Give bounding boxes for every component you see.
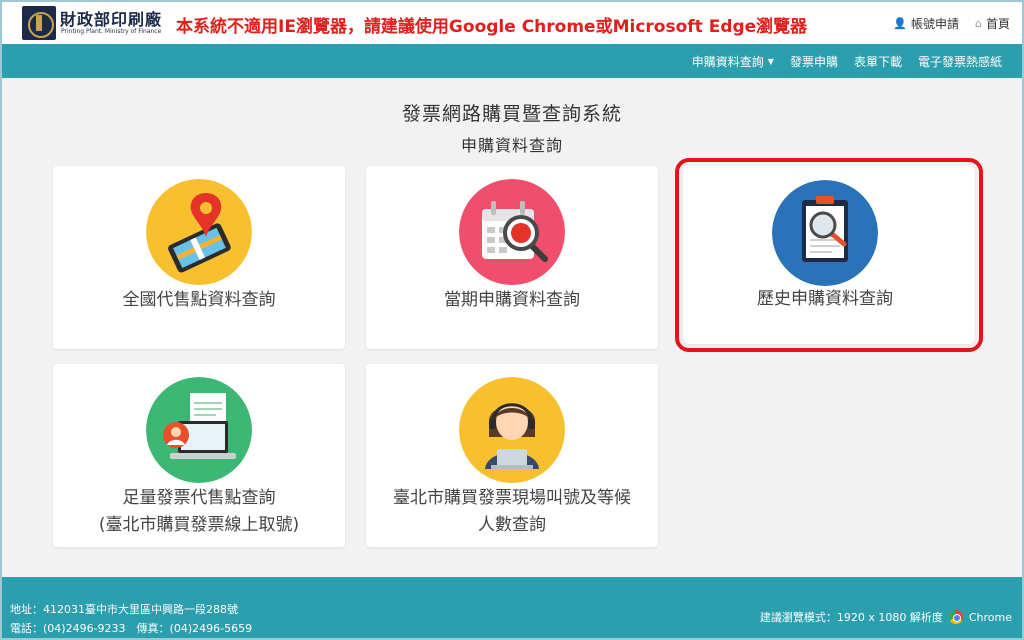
laptop-user-icon: [146, 377, 252, 483]
card-label: 全國代售點資料查詢: [122, 290, 276, 310]
card-label-line2: 人數查詢: [478, 515, 546, 535]
nav-item-label: 申購資料查詢: [691, 55, 764, 69]
card-current-purchase[interactable]: 當期申購資料查詢: [366, 166, 658, 349]
logo-text[interactable]: 財政部印刷廠: [60, 6, 162, 30]
nav-item-label: 發票申購: [789, 55, 838, 69]
card-label: 當期申購資料查詢: [444, 290, 580, 310]
home-label: 首頁: [985, 17, 1010, 31]
main-nav: 申購資料查詢 ▼ 發票申購 表單下載 電子發票熱感紙: [2, 44, 1022, 78]
footer-resolution: 建議瀏覽模式：1920 x 1080 解析度: [759, 611, 943, 624]
logo-emblem-icon[interactable]: [22, 6, 56, 40]
footer: 地址：412031臺中市大里區中興路一段288號 電話：(04)2496-923…: [2, 577, 1022, 638]
clipboard-search-icon: [772, 180, 878, 286]
nav-item-label: 表單下載: [853, 55, 902, 69]
card-taipei-queue[interactable]: 臺北市購買發票現場叫號及等候 人數查詢: [366, 364, 658, 547]
chrome-icon: [948, 610, 963, 624]
card-history-purchase[interactable]: 歷史申購資料查詢: [675, 158, 983, 352]
home-link[interactable]: ⌂ 首頁: [975, 15, 1010, 32]
footer-phone: 電話：(04)2496-9233 傳真：(04)2496-5659: [10, 622, 253, 635]
card-label-line1: 臺北市購買發票現場叫號及等候: [393, 488, 631, 508]
nav-item-invoice-purchase[interactable]: 發票申購: [790, 53, 838, 70]
card-label-line1: 足量發票代售點查詢: [122, 488, 276, 508]
person-icon: 👤: [893, 17, 907, 30]
nav-item-purchase-query[interactable]: 申購資料查詢 ▼: [692, 53, 774, 70]
logo-subtitle: Printing Plant, Ministry of Finance: [61, 28, 162, 35]
page-title: 發票網路購買暨查詢系統: [401, 103, 622, 125]
card-label-line2: (臺北市購買發票線上取號): [98, 515, 300, 535]
card-national-outlets[interactable]: 全國代售點資料查詢: [53, 166, 345, 349]
calendar-search-icon: [459, 179, 565, 285]
footer-browser-recommendation: 建議瀏覽模式：1920 x 1080 解析度 Chrome: [760, 609, 1012, 625]
top-header: 財政部印刷廠 Printing Plant, Ministry of Finan…: [2, 2, 1022, 44]
nav-item-label: 電子發票熱感紙: [917, 55, 1002, 69]
top-links: 👤 帳號申請 ⌂ 首頁: [893, 15, 1010, 32]
nav-item-form-download[interactable]: 表單下載: [854, 53, 902, 70]
footer-address: 地址：412031臺中市大里區中興路一段288號: [10, 603, 238, 616]
footer-browser: Chrome: [968, 610, 1012, 624]
account-apply-link[interactable]: 👤 帳號申請: [893, 15, 959, 32]
card-label: 歷史申購資料查詢: [757, 289, 893, 309]
page-subtitle: 申購資料查詢: [460, 136, 563, 155]
nav-item-thermal-paper[interactable]: 電子發票熱感紙: [918, 53, 1002, 70]
home-icon: ⌂: [975, 17, 982, 30]
card-sufficient-outlets[interactable]: 足量發票代售點查詢 (臺北市購買發票線上取號): [53, 364, 345, 547]
browser-notice: 本系統不適用IE瀏覽器，請建議使用Google Chrome或Microsoft…: [176, 17, 808, 37]
operator-headset-icon: [459, 377, 565, 483]
footer-contact: 地址：412031臺中市大里區中興路一段288號 電話：(04)2496-923…: [10, 600, 252, 638]
map-pin-phone-icon: [146, 179, 252, 285]
caret-down-icon: ▼: [767, 57, 774, 66]
account-apply-label: 帳號申請: [910, 17, 959, 31]
